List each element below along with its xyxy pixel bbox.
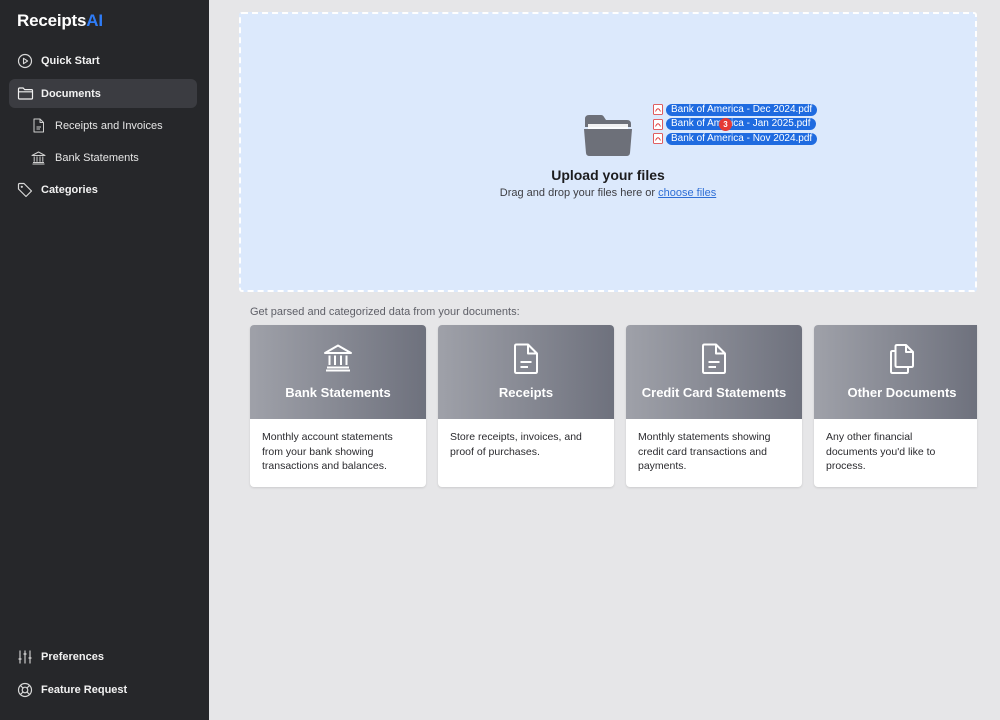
- play-circle-icon: [16, 52, 34, 70]
- documents-copy-icon: [814, 343, 977, 375]
- card-title: Receipts: [498, 385, 554, 400]
- sidebar-item-label: Preferences: [41, 650, 104, 663]
- sidebar-item-label: Categories: [41, 183, 98, 196]
- card-credit-card-statements[interactable]: Credit Card Statements Monthly statement…: [626, 325, 802, 487]
- card-title: Other Documents: [847, 385, 957, 400]
- sidebar-item-feature-request[interactable]: Feature Request: [9, 675, 197, 704]
- pdf-icon: [653, 104, 663, 115]
- sidebar-item-documents[interactable]: Documents: [9, 79, 197, 108]
- dragged-file-name: Bank of America - Dec 2024.pdf: [666, 103, 818, 116]
- document-icon: [31, 118, 46, 133]
- sidebar-item-categories[interactable]: Categories: [9, 175, 197, 204]
- sidebar: ReceiptsAI Quick Start Documents Receipt…: [0, 0, 209, 720]
- dragged-file-name: Bank of America - Jan 2025.pdf: [666, 118, 816, 130]
- pdf-icon: [653, 133, 663, 144]
- sidebar-item-label: Documents: [41, 87, 101, 100]
- card-title: Bank Statements: [285, 385, 391, 400]
- dragged-files-list: Bank of America - Dec 2024.pdf Bank of A…: [653, 103, 818, 147]
- sidebar-item-label: Quick Start: [41, 54, 100, 67]
- sidebar-item-bank-statements[interactable]: Bank Statements: [9, 143, 197, 172]
- card-description: Monthly account statements from your ban…: [262, 431, 393, 472]
- sidebar-item-preferences[interactable]: Preferences: [9, 642, 197, 671]
- bank-icon: [31, 150, 46, 165]
- card-header: Bank Statements: [250, 325, 426, 419]
- dragged-file: Bank of America - Nov 2024.pdf: [653, 132, 818, 145]
- document-icon: [438, 343, 614, 375]
- card-header: Other Documents: [814, 325, 977, 419]
- folder-icon: [16, 85, 34, 103]
- card-title: Credit Card Statements: [641, 385, 787, 400]
- sidebar-item-receipts-and-invoices[interactable]: Receipts and Invoices: [9, 111, 197, 140]
- card-header: Credit Card Statements: [626, 325, 802, 419]
- sidebar-item-quick-start[interactable]: Quick Start: [9, 46, 197, 75]
- pdf-icon: [653, 118, 663, 130]
- card-description: Store receipts, invoices, and proof of p…: [450, 431, 582, 458]
- sliders-icon: [16, 648, 34, 666]
- card-header: Receipts: [438, 325, 614, 419]
- upload-title: Upload your files: [551, 167, 665, 183]
- upload-subtitle-text: Drag and drop your files here or: [499, 187, 659, 199]
- lifebuoy-icon: [16, 681, 34, 699]
- card-receipts[interactable]: Receipts Store receipts, invoices, and p…: [438, 325, 614, 487]
- dragged-file: Bank of America - Dec 2024.pdf: [653, 103, 818, 116]
- card-description: Any other financial documents you'd like…: [826, 431, 936, 472]
- app-logo[interactable]: ReceiptsAI: [17, 11, 103, 31]
- upload-subtitle: Drag and drop your files here or choose …: [241, 187, 975, 199]
- section-label: Get parsed and categorized data from you…: [250, 306, 520, 318]
- sidebar-item-label: Feature Request: [41, 683, 128, 696]
- dragged-file: Bank of America - Jan 2025.pdf: [653, 118, 817, 131]
- bank-icon: [250, 343, 426, 373]
- tag-icon: [16, 181, 34, 199]
- folder-icon: [583, 113, 633, 162]
- upload-dropzone[interactable]: Bank of America - Dec 2024.pdf Bank of A…: [239, 12, 977, 292]
- drag-count-badge: 3: [719, 118, 732, 131]
- choose-files-link[interactable]: choose files: [658, 187, 716, 199]
- dragged-file-name: Bank of America - Nov 2024.pdf: [666, 132, 818, 145]
- sidebar-item-label: Receipts and Invoices: [55, 119, 163, 132]
- card-other-documents[interactable]: Other Documents Any other financial docu…: [814, 325, 977, 487]
- sidebar-item-label: Bank Statements: [55, 151, 139, 164]
- card-description: Monthly statements showing credit card t…: [638, 431, 771, 472]
- document-icon: [626, 343, 802, 375]
- card-bank-statements[interactable]: Bank Statements Monthly account statemen…: [250, 325, 426, 487]
